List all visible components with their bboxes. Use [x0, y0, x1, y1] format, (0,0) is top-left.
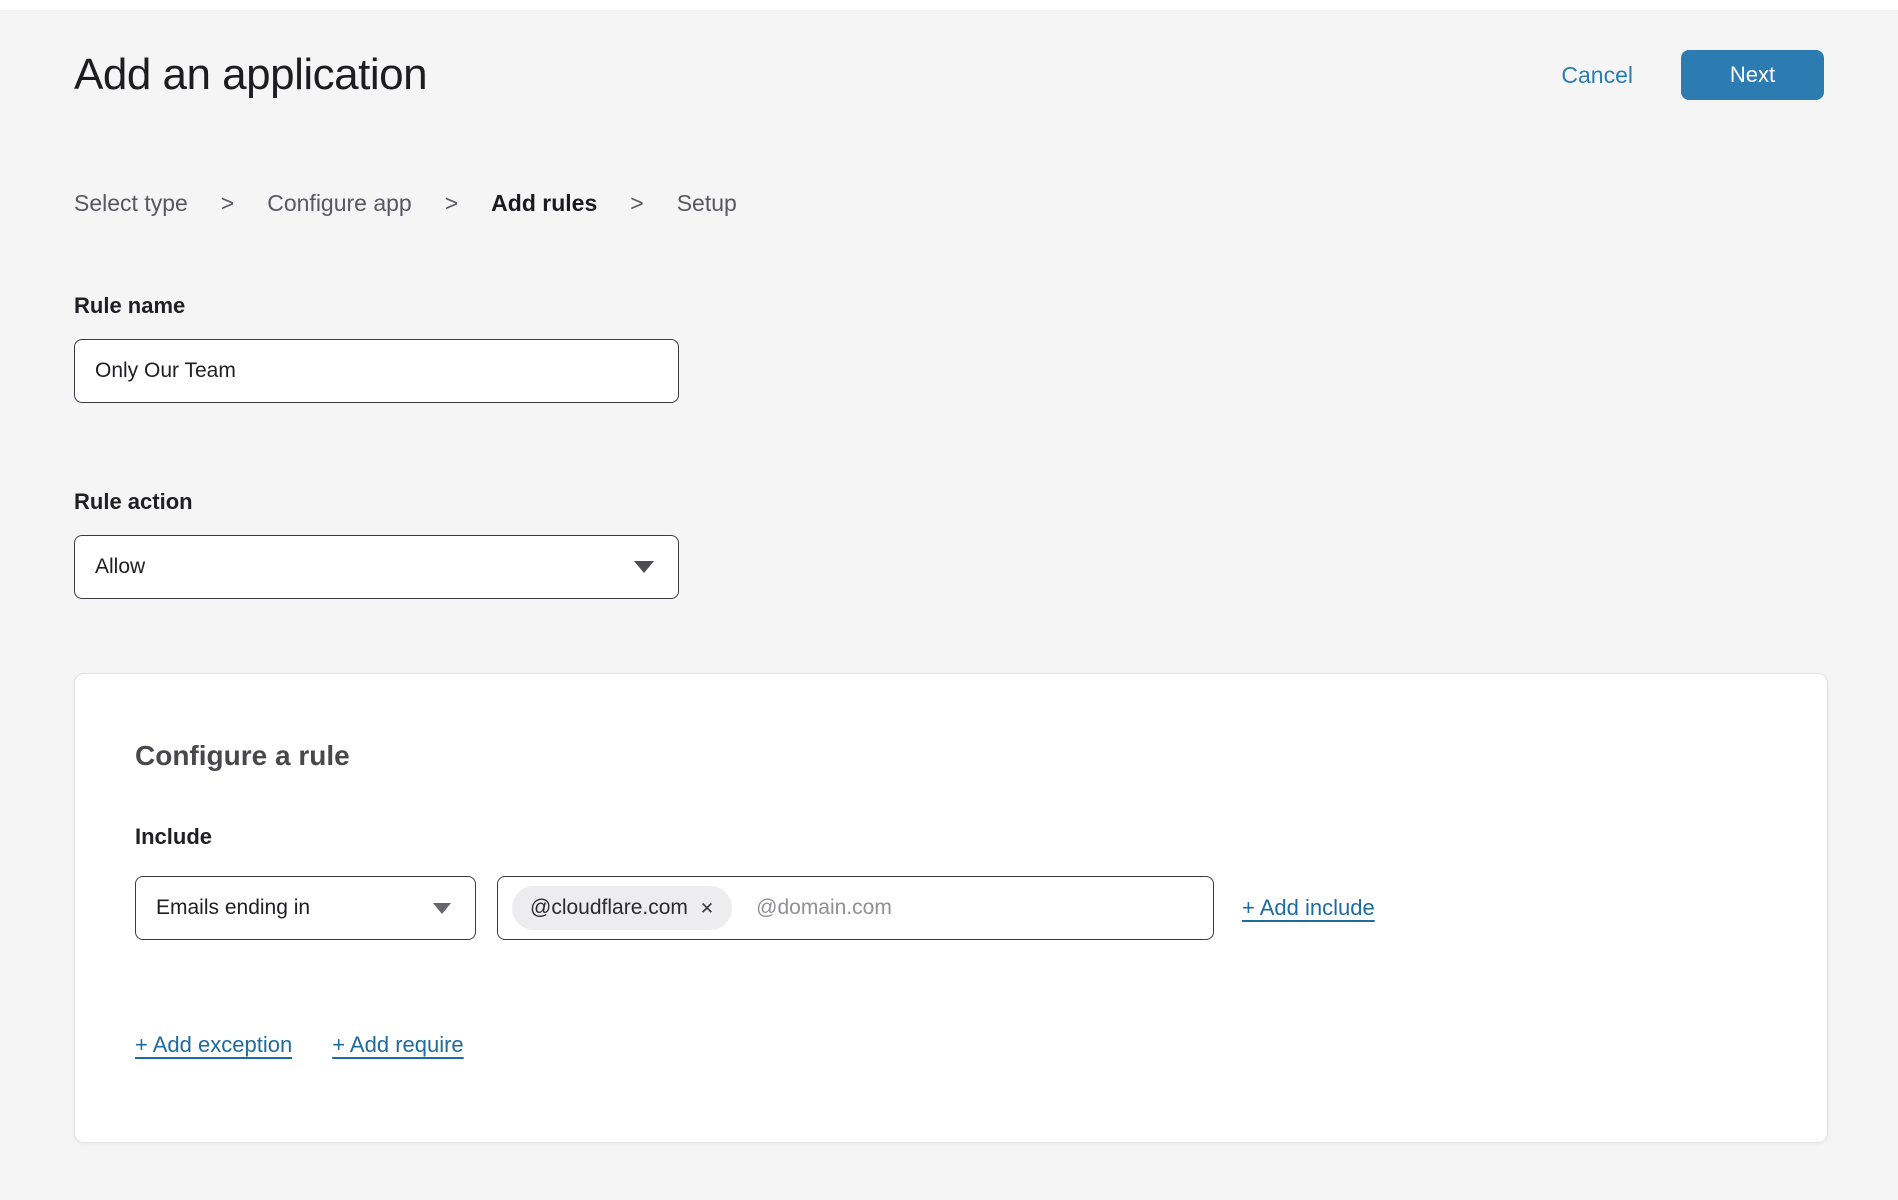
breadcrumb-separator: >	[630, 190, 643, 217]
include-selector-select[interactable]: Emails ending in	[135, 876, 476, 940]
configure-rule-card: Configure a rule Include Emails ending i…	[74, 673, 1828, 1143]
add-application-page: Add an application Cancel Next Select ty…	[0, 50, 1898, 1143]
page-title: Add an application	[74, 50, 427, 100]
page-header: Add an application Cancel Next	[74, 50, 1824, 100]
chevron-down-icon	[433, 903, 451, 914]
include-label: Include	[135, 824, 1767, 850]
rule-action-label: Rule action	[74, 489, 1824, 515]
rule-name-label: Rule name	[74, 293, 1824, 319]
breadcrumb-step-select-type[interactable]: Select type	[74, 190, 188, 217]
chevron-down-icon	[634, 561, 654, 573]
rule-extra-links: + Add exception + Add require	[135, 1032, 1767, 1058]
top-strip	[0, 0, 1898, 10]
include-selector-value: Emails ending in	[156, 896, 310, 920]
include-values-input[interactable]: @cloudflare.com ✕	[497, 876, 1214, 940]
breadcrumb: Select type > Configure app > Add rules …	[74, 190, 1824, 217]
breadcrumb-step-configure-app[interactable]: Configure app	[267, 190, 412, 217]
cancel-button[interactable]: Cancel	[1561, 62, 1633, 89]
remove-tag-icon[interactable]: ✕	[700, 900, 714, 917]
breadcrumb-step-setup[interactable]: Setup	[677, 190, 737, 217]
email-domain-tag: @cloudflare.com ✕	[512, 886, 732, 930]
rule-name-input[interactable]	[74, 339, 679, 403]
add-include-link[interactable]: + Add include	[1242, 895, 1375, 921]
include-rule-row: Emails ending in @cloudflare.com ✕ + Add…	[135, 876, 1767, 940]
header-actions: Cancel Next	[1561, 50, 1824, 100]
breadcrumb-separator: >	[445, 190, 458, 217]
email-domain-text-input[interactable]	[756, 896, 1199, 920]
next-button[interactable]: Next	[1681, 50, 1824, 100]
breadcrumb-step-add-rules[interactable]: Add rules	[491, 190, 597, 217]
breadcrumb-separator: >	[221, 190, 234, 217]
rule-action-selected-value: Allow	[95, 555, 145, 579]
add-exception-link[interactable]: + Add exception	[135, 1032, 292, 1058]
rule-action-select[interactable]: Allow	[74, 535, 679, 599]
add-require-link[interactable]: + Add require	[332, 1032, 463, 1058]
configure-rule-title: Configure a rule	[135, 740, 1767, 772]
email-domain-tag-label: @cloudflare.com	[530, 896, 688, 920]
